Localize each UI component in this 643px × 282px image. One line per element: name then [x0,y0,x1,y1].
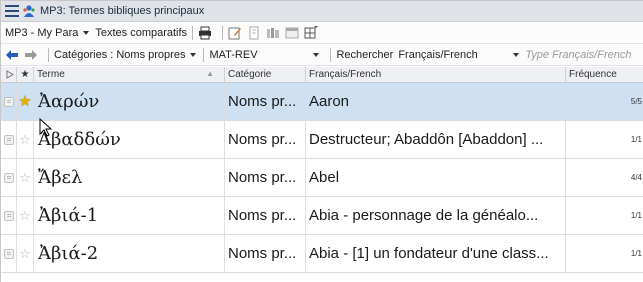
star-icon[interactable]: ☆ [19,209,31,222]
note-icon[interactable] [3,96,14,107]
resource-label: MP3 - My Para [5,26,79,39]
term-cell: Ἀβιά-1 [34,197,225,234]
range-label: MAT-REV [209,48,258,61]
gloss-cell: Aaron [306,83,566,120]
document-icon[interactable] [247,26,261,40]
note-icon[interactable] [3,134,14,145]
term-cell: Ἀβαδδών [34,121,225,158]
table-row[interactable]: ☆ Ἀβιά-1 Noms pr... Abia - personnage de la… [1,197,643,235]
frequency-cell: 1/1 [630,135,642,144]
category-cell: Noms pr... [225,121,306,158]
star-icon[interactable]: ★ [18,94,31,109]
separator [203,47,205,62]
table-row[interactable]: ☆ Ἀβαδδών Noms pr... Destructeur; Abaddôn [… [1,121,643,159]
frequency-column-header[interactable]: Fréquence [566,67,643,82]
grid-layout-icon[interactable] [304,25,319,40]
sort-ascending-icon: ▲ [206,69,214,78]
window-title: MP3: Termes bibliques principaux [40,5,205,17]
chevron-down-icon [190,52,197,57]
mouse-pointer-icon [39,118,53,137]
comparative-label: Textes comparatifs [95,26,188,39]
chevron-down-icon[interactable] [513,52,520,57]
gloss-column-header[interactable]: Français/French [306,67,566,82]
chevron-down-icon [83,30,90,35]
flag-column-header[interactable] [1,67,17,82]
separator [48,47,49,62]
table-header: ★ Terme ▲ Catégorie Français/French Fréq… [1,67,643,83]
language-label: Français/French [398,48,478,61]
frequency-cell: 1/1 [630,249,642,258]
back-arrow-icon[interactable] [5,48,19,62]
table-row[interactable]: ☆ Ἄβελ Noms pr... Abel 4/4 [1,159,643,197]
table-body: ★ Ἀαρών Noms pr... Aaron 5/5 ☆ Ἀβαδδών Noms pr.… [1,83,643,273]
row-star-cell[interactable]: ☆ [17,121,34,158]
row-flag-cell[interactable] [1,83,17,120]
gloss-cell: Abia - [1] un fondateur d'une class... [306,235,566,272]
category-cell: Noms pr... [225,83,306,120]
search-input[interactable]: Type Français/French [525,49,631,61]
term-cell: Ἀβιά-2 [34,235,225,272]
term-column-header[interactable]: Terme ▲ [34,67,225,82]
note-icon[interactable] [3,210,14,221]
star-column-header[interactable]: ★ [17,67,34,82]
frequency-cell: 1/1 [630,211,642,220]
range-dropdown[interactable]: MAT-REV [209,49,313,61]
category-cell: Noms pr... [225,159,306,196]
flag-icon [6,70,14,79]
row-flag-cell[interactable] [1,197,17,234]
star-icon[interactable]: ☆ [19,247,31,260]
gloss-cell: Abia - personnage de la généalo... [306,197,566,234]
toolbar-top: MP3 - My Para Textes comparatifs [1,22,643,44]
edit-icon[interactable] [228,26,242,40]
separator [330,47,332,62]
note-icon[interactable] [3,172,14,183]
library-icon[interactable] [266,26,280,40]
toolbar-filters: Catégories : Noms propres MAT-REV Recher… [1,44,643,66]
term-cell: Ἄβελ [34,159,225,196]
chevron-down-icon[interactable] [313,52,320,57]
resource-dropdown[interactable]: MP3 - My Para [5,27,91,39]
term-header-label: Terme [37,69,65,80]
category-column-header[interactable]: Catégorie [225,67,306,82]
frequency-cell: 5/5 [630,97,642,106]
categories-label: Catégories : Noms propres [54,48,186,61]
forward-arrow-icon[interactable] [24,48,38,62]
separator [222,25,224,40]
search-label: Rechercher [336,48,394,61]
terms-table: ★ Terme ▲ Catégorie Français/French Fréq… [1,67,643,273]
people-icon [23,5,35,17]
row-star-cell[interactable]: ☆ [17,197,34,234]
window-icon[interactable] [285,26,299,40]
row-flag-cell[interactable] [1,235,17,272]
note-icon[interactable] [3,248,14,259]
category-cell: Noms pr... [225,197,306,234]
row-flag-cell[interactable] [1,121,17,158]
gloss-cell: Abel [306,159,566,196]
table-row[interactable]: ☆ Ἀβιά-2 Noms pr... Abia - [1] un fondateur… [1,235,643,273]
star-icon[interactable]: ☆ [19,133,31,146]
title-bar: MP3: Termes bibliques principaux [1,1,643,22]
hamburger-menu-icon[interactable] [5,5,19,17]
comparative-texts-button[interactable]: Textes comparatifs [95,27,187,39]
row-flag-cell[interactable] [1,159,17,196]
star-icon[interactable]: ☆ [19,171,31,184]
biblical-terms-window: MP3: Termes bibliques principaux MP3 - M… [0,0,643,282]
frequency-cell: 4/4 [630,173,642,182]
separator [192,25,194,40]
term-cell: Ἀαρών [34,83,225,120]
row-star-cell[interactable]: ☆ [17,159,34,196]
row-star-cell[interactable]: ☆ [17,235,34,272]
language-dropdown[interactable]: Français/French [398,49,513,61]
category-cell: Noms pr... [225,235,306,272]
row-star-cell[interactable]: ★ [17,83,34,120]
gloss-cell: Destructeur; Abaddôn [Abaddon] ... [306,121,566,158]
table-row[interactable]: ★ Ἀαρών Noms pr... Aaron 5/5 [1,83,643,121]
print-icon[interactable] [198,26,212,40]
categories-dropdown[interactable]: Catégories : Noms propres [54,49,198,61]
